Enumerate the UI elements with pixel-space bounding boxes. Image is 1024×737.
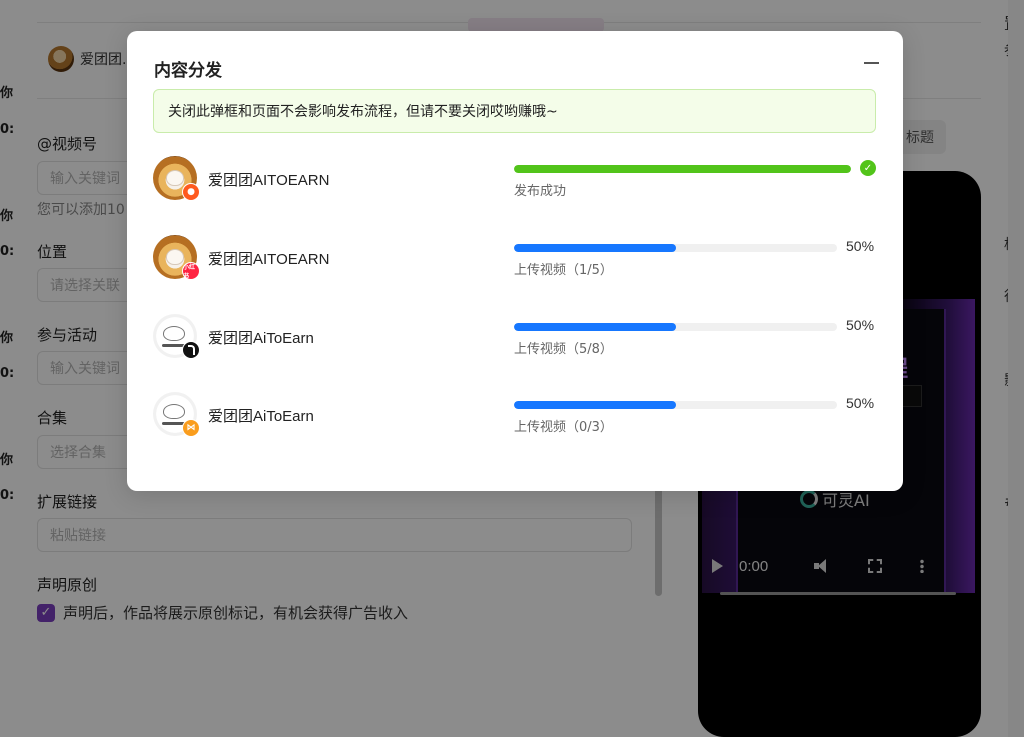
account-row: ● 爱团团AITOEARN ✓ 发布成功 bbox=[153, 156, 876, 206]
modal-title: 内容分发 bbox=[154, 61, 222, 81]
douyin-icon bbox=[182, 341, 200, 359]
account-name: 爱团团AiToEarn bbox=[208, 330, 314, 347]
notice-banner: 关闭此弹框和页面不会影响发布流程，但请不要关闭哎哟赚哦~ bbox=[153, 89, 876, 133]
distribution-modal: 内容分发 关闭此弹框和页面不会影响发布流程，但请不要关闭哎哟赚哦~ ● 爱团团A… bbox=[127, 31, 903, 491]
avatar bbox=[153, 314, 200, 359]
cat-face bbox=[166, 249, 184, 265]
status-text: 上传视频（0/3） bbox=[514, 420, 613, 435]
progress-fill bbox=[514, 401, 676, 409]
upload-progress-bar bbox=[514, 323, 837, 331]
cat-face bbox=[163, 404, 185, 419]
upload-progress-bar bbox=[514, 401, 837, 409]
account-row: 爱团团AiToEarn 50% 上传视频（5/8） bbox=[153, 314, 876, 364]
xiaohongshu-icon: 小红书 bbox=[182, 262, 200, 280]
kuaishou-icon: ● bbox=[182, 183, 200, 201]
progress-percent: 50% bbox=[846, 238, 875, 254]
avatar: 小红书 bbox=[153, 235, 200, 280]
minimize-icon[interactable] bbox=[864, 51, 880, 75]
cat-face bbox=[163, 326, 185, 341]
progress-fill bbox=[514, 244, 676, 252]
progress-fill bbox=[514, 323, 676, 331]
account-name: 爱团团AiToEarn bbox=[208, 408, 314, 425]
notice-text: 关闭此弹框和页面不会影响发布流程，但请不要关闭哎哟赚哦~ bbox=[168, 104, 558, 120]
avatar: ⋈ bbox=[153, 392, 200, 437]
cat-face bbox=[166, 170, 184, 186]
progress-percent: 50% bbox=[846, 395, 875, 411]
account-name: 爱团团AITOEARN bbox=[208, 172, 330, 189]
status-text: 发布成功 bbox=[514, 184, 567, 199]
account-name: 爱团团AITOEARN bbox=[208, 251, 330, 268]
status-text: 上传视频（5/8） bbox=[514, 342, 613, 357]
account-row: ⋈ 爱团团AiToEarn 50% 上传视频（0/3） bbox=[153, 392, 876, 442]
status-text: 上传视频（1/5） bbox=[514, 263, 613, 278]
upload-progress-bar bbox=[514, 244, 837, 252]
avatar: ● bbox=[153, 156, 200, 201]
success-check-icon: ✓ bbox=[860, 160, 876, 176]
shipinhao-icon: ⋈ bbox=[182, 419, 200, 437]
progress-fill bbox=[514, 165, 851, 173]
account-row: 小红书 爱团团AITOEARN 50% 上传视频（1/5） bbox=[153, 235, 876, 285]
progress-percent: 50% bbox=[846, 317, 875, 333]
upload-progress-bar bbox=[514, 165, 851, 173]
